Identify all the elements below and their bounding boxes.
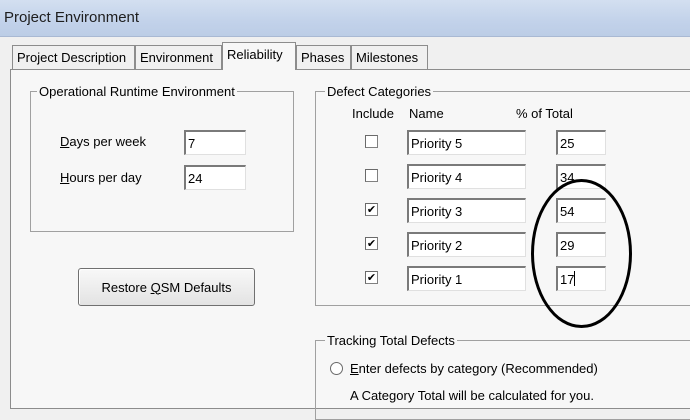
window-title: Project Environment — [4, 9, 140, 26]
tracking-total-defects-groupbox — [315, 340, 690, 420]
category-total-note: A Category Total will be calculated for … — [350, 388, 595, 403]
label-text: nter defects by category (Recommended) — [358, 361, 598, 376]
name-input-priority-4[interactable] — [407, 164, 526, 189]
annotation-ellipse — [531, 179, 632, 328]
mnemonic-letter: Q — [150, 279, 161, 295]
hours-per-day-label: Hours per day — [60, 170, 142, 185]
tab-milestones[interactable]: Milestones — [351, 45, 428, 69]
tracking-total-defects-title: Tracking Total Defects — [325, 333, 457, 348]
name-column-header: Name — [409, 106, 444, 121]
enter-by-category-radio[interactable] — [330, 362, 343, 375]
tab-label: Reliability — [227, 47, 283, 62]
button-text: Restore — [101, 279, 151, 295]
tab-environment[interactable]: Environment — [135, 45, 222, 69]
tab-reliability[interactable]: Reliability — [222, 42, 296, 70]
include-checkbox-priority-5[interactable] — [365, 135, 378, 148]
include-column-header: Include — [352, 106, 394, 121]
tab-label: Project Description — [17, 50, 127, 65]
percent-input-priority-5[interactable] — [556, 130, 606, 155]
label-text: ays per week — [69, 134, 146, 149]
days-per-week-label: Days per week — [60, 134, 146, 149]
window-titlebar: Project Environment — [0, 0, 690, 37]
runtime-groupbox — [30, 91, 294, 232]
include-checkbox-priority-4[interactable] — [365, 169, 378, 182]
name-input-priority-2[interactable] — [407, 232, 526, 257]
tab-project-description[interactable]: Project Description — [12, 45, 135, 69]
restore-qsm-defaults-button[interactable]: Restore QSM Defaults — [78, 268, 255, 306]
name-input-priority-5[interactable] — [407, 130, 526, 155]
runtime-group-title: Operational Runtime Environment — [37, 84, 237, 99]
tab-label: Phases — [301, 50, 345, 65]
enter-by-category-label: Enter defects by category (Recommended) — [350, 361, 598, 376]
mnemonic-letter: H — [60, 170, 70, 185]
mnemonic-letter: D — [60, 134, 70, 149]
include-checkbox-priority-1[interactable]: ✔ — [365, 271, 378, 284]
days-per-week-input[interactable] — [184, 130, 246, 155]
tab-phases[interactable]: Phases — [296, 45, 351, 69]
include-checkbox-priority-2[interactable]: ✔ — [365, 237, 378, 250]
name-input-priority-1[interactable] — [407, 266, 526, 291]
label-text: ours per day — [69, 170, 142, 185]
button-text: SM Defaults — [160, 279, 232, 295]
name-input-priority-3[interactable] — [407, 198, 526, 223]
percent-column-header: % of Total — [516, 106, 573, 121]
include-checkbox-priority-3[interactable]: ✔ — [365, 203, 378, 216]
tab-label: Milestones — [356, 50, 419, 65]
tab-label: Environment — [140, 50, 213, 65]
mnemonic-letter: E — [350, 361, 359, 376]
defect-categories-title: Defect Categories — [325, 84, 434, 99]
hours-per-day-input[interactable] — [184, 165, 246, 190]
